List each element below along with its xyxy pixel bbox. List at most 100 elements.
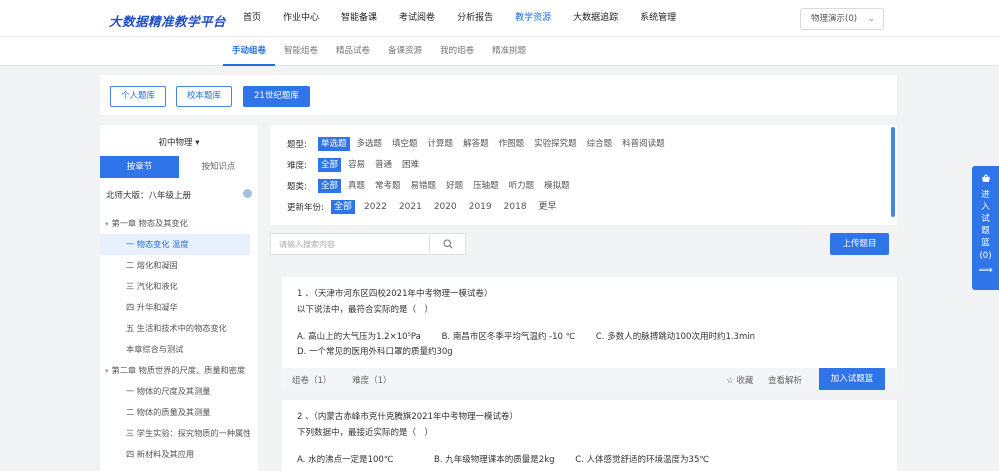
filter-option[interactable]: 容易 [345, 158, 368, 172]
search-icon [443, 239, 453, 249]
filter-option[interactable]: 2020 [431, 200, 460, 214]
user-dropdown[interactable]: 物理演示(0) ⌄ [800, 8, 884, 30]
tab-by-chapter[interactable]: 按章节 [100, 156, 179, 178]
add-to-basket-button[interactable]: 加入试题篮 [819, 368, 885, 390]
question-basket-tab[interactable]: 进入试题篮 (0) ⟹ [972, 166, 999, 290]
edition-selector[interactable]: 北师大版：八年级上册 [106, 189, 252, 201]
subnav-item-3[interactable]: 备课资源 [379, 37, 431, 66]
subnav-item-4[interactable]: 我的组卷 [431, 37, 483, 66]
nav-item-6[interactable]: 大数据追踪 [562, 0, 629, 37]
filter-scrollbar[interactable] [891, 127, 895, 217]
filter-option[interactable]: 全部 [318, 178, 342, 193]
tree-section[interactable]: 四 升华和凝华 [100, 297, 250, 318]
tree-section[interactable]: 二 熔化和凝固 [100, 255, 250, 276]
tree-item-label: 本章综合与测试 [126, 344, 184, 354]
filter-option[interactable]: 困难 [399, 158, 422, 172]
nav-item-4[interactable]: 分析报告 [446, 0, 504, 37]
filter-label: 题型: [287, 139, 307, 150]
collapse-toggle-icon[interactable]: ▾ [105, 367, 109, 375]
question-options: A. 高山上的大气压为1.2×10⁵Pa B. 南昌市区冬季平均气温约 -10 … [297, 330, 887, 360]
filter-option[interactable]: 2018 [501, 200, 530, 214]
library-21century-button[interactable]: 21世纪题库 [243, 86, 310, 107]
nav-item-5[interactable]: 教学资源 [504, 0, 562, 37]
option-d: D. 一个常见的医用外科口罩的质量约30g [297, 347, 453, 357]
tab-by-knowledge[interactable]: 按知识点 [179, 156, 258, 178]
edition-label: 北师大版：八年级上册 [106, 191, 192, 201]
subnav-item-5[interactable]: 精准挑题 [483, 37, 535, 66]
filter-option[interactable]: 2019 [466, 200, 495, 214]
filter-option[interactable]: 常考题 [372, 179, 404, 193]
main-nav: 首页 作业中心 智能备课 考试阅卷 分析报告 教学资源 大数据追踪 系统管理 [232, 0, 687, 37]
difficulty-value: 难度（1） [352, 376, 392, 386]
filter-option[interactable]: 单选题 [318, 136, 350, 151]
filter-option[interactable]: 全部 [318, 157, 342, 172]
filter-option[interactable]: 作图题 [496, 137, 528, 151]
filter-option[interactable]: 全部 [331, 199, 356, 214]
question-options: A. 水的沸点一定是100℃ B. 九年级物理课本的质量是2kg C. 人体感觉… [297, 453, 887, 468]
filter-label: 题类: [287, 181, 307, 192]
search-input[interactable] [279, 237, 429, 251]
nav-item-2[interactable]: 智能备课 [330, 0, 388, 37]
upload-question-button[interactable]: 上传题目 [830, 233, 889, 255]
tree-section[interactable]: 一 物态变化 温度 [100, 234, 250, 255]
filter-panel: 题型: 单选题 多选题 填空题 计算题 解答题 作图题 实验探究题 综合题 科普阅读题 难度: 全部… [270, 125, 897, 225]
filter-option[interactable]: 模拟题 [541, 179, 573, 193]
filter-option[interactable]: 易错题 [408, 179, 440, 193]
subnav-item-0[interactable]: 手动组卷 [223, 37, 276, 66]
favorite-button[interactable]: ☆ 收藏 [726, 374, 753, 386]
filter-option[interactable]: 2022 [361, 200, 390, 214]
option-b: B. 九年级物理课本的质量是2kg [434, 455, 555, 465]
nav-item-0[interactable]: 首页 [232, 0, 272, 37]
tree-section[interactable]: 五 生活和技术中的物态变化 [100, 318, 250, 339]
filter-option[interactable]: 填空题 [389, 137, 421, 151]
tree-section[interactable]: 三 学生实验：探究物质的一种属性 [100, 423, 250, 444]
filter-option[interactable]: 普通 [372, 158, 395, 172]
sub-navbar: 手动组卷 智能组卷 精品试卷 备课资源 我的组卷 精准挑题 [0, 37, 999, 66]
filter-option[interactable]: 实验探究题 [531, 137, 580, 151]
nav-item-3[interactable]: 考试阅卷 [388, 0, 446, 37]
collapse-toggle-icon[interactable]: ▾ [105, 220, 109, 228]
nav-item-1[interactable]: 作业中心 [272, 0, 330, 37]
basket-tab-label: 进入试题篮 [981, 190, 990, 248]
filter-option[interactable]: 压轴题 [470, 179, 502, 193]
filter-label: 更新年份: [287, 202, 324, 213]
tree-section[interactable]: 四 新材料及其应用 [100, 444, 250, 465]
question-footer: 组卷（1） 难度（1） ☆ 收藏 查看解析 加入试题篮 [282, 368, 897, 390]
filter-option[interactable]: 2021 [396, 200, 425, 214]
tree-item-label: 三 汽化和液化 [126, 281, 178, 291]
filter-option[interactable]: 好题 [443, 179, 466, 193]
tree-section[interactable]: 二 物体的质量及其测量 [100, 402, 250, 423]
filter-option[interactable]: 真题 [345, 179, 368, 193]
subnav-item-1[interactable]: 智能组卷 [275, 37, 327, 66]
search-box [270, 233, 466, 255]
view-analysis-link[interactable]: 查看解析 [768, 374, 802, 386]
search-button[interactable] [429, 234, 466, 254]
filter-row-type: 题型: 单选题 多选题 填空题 计算题 解答题 作图题 实验探究题 综合题 科普阅读题 [287, 136, 672, 151]
tree-item-label: 四 升华和凝华 [126, 302, 178, 312]
tree-chapter[interactable]: ▾ 第二章 物质世界的尺度、质量和密度 [100, 360, 250, 381]
filter-option[interactable]: 科普阅读题 [619, 137, 668, 151]
tree-section[interactable]: 三 汽化和液化 [100, 276, 250, 297]
library-personal-button[interactable]: 个人题库 [110, 86, 167, 107]
library-school-button[interactable]: 校本题库 [176, 86, 233, 107]
filter-option[interactable]: 听力题 [506, 179, 538, 193]
tree-section[interactable]: 本章综合与测试 [100, 339, 250, 360]
filter-row-category: 题类: 全部 真题 常考题 易错题 好题 压轴题 听力题 模拟题 [287, 178, 577, 193]
grade-select[interactable]: 初中物理 ▾ [100, 136, 258, 148]
subnav-item-2[interactable]: 精品试卷 [327, 37, 379, 66]
tree-chapter[interactable]: ▾ 第一章 物态及其变化 [100, 213, 250, 234]
filter-option[interactable]: 更早 [536, 200, 560, 214]
filter-option[interactable]: 综合题 [584, 137, 616, 151]
app-logo[interactable]: 大数据精准教学平台 [109, 11, 226, 30]
nav-item-7[interactable]: 系统管理 [629, 0, 687, 37]
filter-option[interactable]: 多选题 [354, 137, 386, 151]
chapter-sidebar: 初中物理 ▾ 按章节 按知识点 北师大版：八年级上册 ▾ 第一章 物态及其变化一 … [100, 125, 258, 471]
filter-option[interactable]: 解答题 [460, 137, 492, 151]
arrow-right-icon: ⟹ [978, 265, 993, 276]
tree-section[interactable]: 一 物体的尺度及其测量 [100, 381, 250, 402]
edition-switch-icon[interactable] [243, 189, 252, 198]
filter-option[interactable]: 计算题 [425, 137, 457, 151]
basket-count: (0) [979, 251, 992, 261]
filter-label: 难度: [287, 160, 307, 171]
grade-select-label: 初中物理 [158, 138, 193, 148]
